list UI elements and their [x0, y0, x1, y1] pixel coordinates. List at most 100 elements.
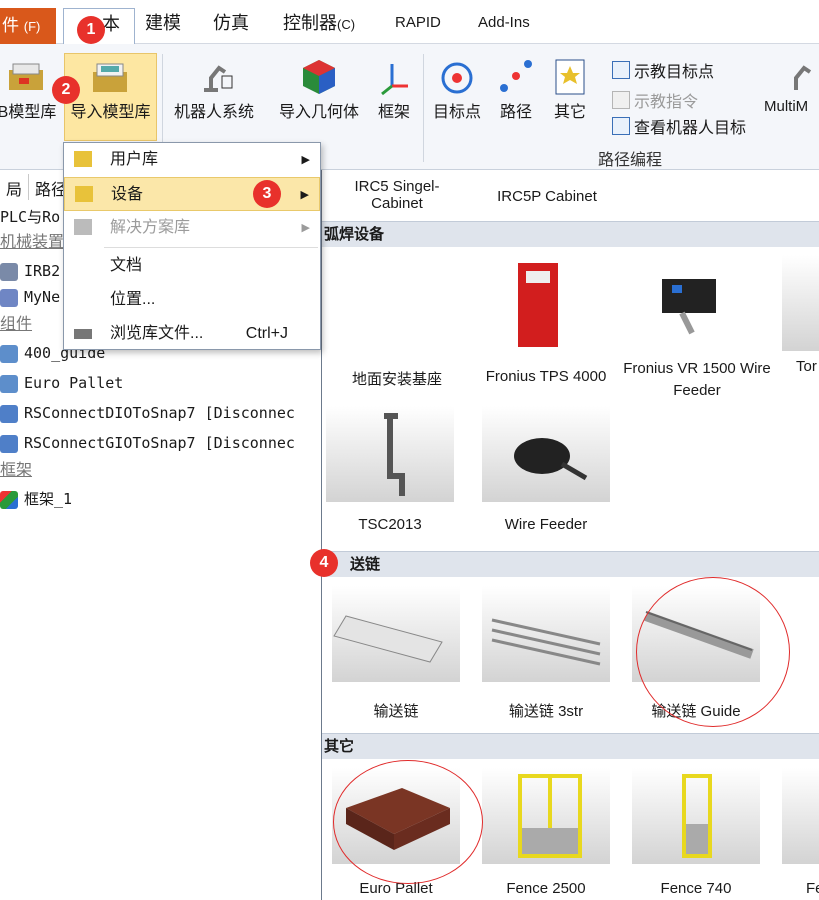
path-label: 路径	[499, 104, 532, 121]
robot-system-icon	[194, 56, 234, 96]
frame-button[interactable]: 框架	[372, 56, 416, 122]
path-icon	[496, 56, 536, 96]
library-icon	[7, 56, 47, 96]
tab-file[interactable]: 件 (F)	[0, 8, 56, 44]
ribbon-separator	[423, 54, 424, 162]
import-geometry-button[interactable]: 导入几何体	[272, 56, 366, 122]
gallery-item-label[interactable]: IRC5 Singel-Cabinet	[342, 178, 452, 212]
geometry-cube-icon	[299, 56, 339, 96]
import-library-icon	[91, 56, 131, 96]
fronius-tps-thumb[interactable]	[476, 255, 604, 351]
frame-icon	[0, 490, 18, 509]
menu-item-user-library[interactable]: 用户库 ▶	[64, 143, 320, 177]
conveyor-thumb[interactable]	[332, 586, 460, 682]
group-label-path-programming: 路径编程	[598, 152, 663, 169]
menu-item-equipment[interactable]: 设备 ▶	[64, 177, 320, 211]
tree-label: Euro Pallet	[24, 374, 124, 392]
import-library-menu: 用户库 ▶ 设备 ▶ 解决方案库 ▶ 文档 位置... 浏览库文件... Ctrl+J	[63, 142, 321, 350]
view-robot-target-button[interactable]: 查看机器人目标	[612, 114, 746, 138]
tree-item-smart-component[interactable]: RSConnectGIOToSnap7 [Disconnec	[0, 430, 322, 456]
solution-icon	[74, 219, 92, 235]
view-robot-target-label: 查看机器人目标	[634, 120, 747, 137]
tree-category-frames: 框架	[0, 458, 322, 484]
gallery-item-label[interactable]: TSC2013	[326, 516, 454, 533]
tree-label: RSConnectDIOToSnap7 [Disconnec	[24, 404, 295, 422]
teach-instruction-button[interactable]: 示教指令	[612, 88, 698, 112]
fence-thumb[interactable]	[782, 768, 819, 864]
robot-system-button[interactable]: 机器人系统	[168, 56, 260, 122]
menu-item-browse-library-file[interactable]: 浏览库文件... Ctrl+J	[64, 317, 320, 351]
abb-library-button[interactable]: B模型库	[0, 56, 58, 122]
robot-system-label: 机器人系统	[173, 104, 254, 121]
tree-label: 框架_1	[24, 490, 73, 508]
path-button[interactable]: 路径	[494, 56, 538, 122]
tree-label: IRB2	[24, 262, 61, 280]
fronius-vr-thumb[interactable]	[622, 255, 750, 351]
gallery-item-label[interactable]: Wire Feeder	[482, 516, 610, 533]
menu-item-label: 浏览库文件...	[110, 325, 204, 342]
other-button[interactable]: 其它	[548, 56, 592, 122]
multimove-label: MultiM	[764, 98, 809, 115]
fence-740-thumb[interactable]	[632, 768, 760, 864]
frame-label: 框架	[377, 104, 410, 121]
menu-item-location[interactable]: 位置...	[64, 283, 320, 317]
tab-layout[interactable]: 局	[0, 174, 30, 200]
menu-separator	[104, 247, 318, 248]
multimove-button[interactable]: MultiM	[764, 56, 819, 115]
menu-item-label: 设备	[111, 186, 144, 203]
gallery-item-label[interactable]: Tor	[796, 358, 819, 375]
teach-target-icon	[612, 61, 630, 79]
tree-item-smart-component[interactable]: RSConnectDIOToSnap7 [Disconnec	[0, 400, 322, 426]
tsc2013-thumb[interactable]	[326, 406, 454, 502]
menu-item-label: 解决方案库	[110, 219, 191, 236]
robot-icon	[0, 262, 18, 281]
highlight-circle	[333, 760, 483, 884]
tree-label: MyNe	[24, 288, 61, 306]
smart-component-icon	[0, 434, 18, 453]
gallery-item-label[interactable]: Fence 740	[632, 880, 760, 897]
smart-component-icon	[0, 404, 18, 423]
torch-thumb[interactable]	[782, 255, 819, 351]
step-badge: 4	[310, 549, 338, 577]
tree-item-part[interactable]: Euro Pallet	[0, 370, 322, 396]
teach-instruction-label: 示教指令	[634, 94, 699, 111]
gallery-item-label[interactable]: 输送链	[332, 700, 460, 721]
tab-rapid[interactable]: RAPID	[395, 8, 441, 38]
submenu-arrow-icon: ▶	[300, 189, 309, 201]
tree-item-frame[interactable]: 框架_1	[0, 486, 322, 512]
gallery-item-label[interactable]: Fe	[806, 880, 819, 897]
wire-feeder-thumb[interactable]	[482, 406, 610, 502]
part-icon	[0, 374, 18, 393]
gallery-item-label[interactable]: IRC5P Cabinet	[482, 188, 612, 205]
gallery-item-label[interactable]: Fronius TPS 4000	[476, 368, 616, 385]
tab-controller-key: (C)	[337, 17, 356, 32]
gallery-item-label[interactable]: Fence 2500	[482, 880, 610, 897]
section-conveyor: 送链	[322, 551, 819, 577]
tab-file-key: (F)	[23, 19, 41, 34]
gallery-item-label[interactable]: 地面安装基座	[342, 368, 452, 389]
teach-target-button[interactable]: 示教目标点	[612, 58, 714, 82]
tree-label: PLC与Ro	[0, 208, 61, 226]
target-icon	[437, 56, 477, 96]
gallery-item-label[interactable]: 输送链 3str	[482, 700, 610, 721]
tab-addins[interactable]: Add-Ins	[478, 8, 530, 38]
frame-axes-icon	[374, 56, 414, 96]
other-label: 其它	[553, 104, 586, 121]
tab-modeling[interactable]: 建模	[145, 8, 181, 38]
conveyor-3str-thumb[interactable]	[482, 586, 610, 682]
menu-item-documents[interactable]: 文档	[64, 249, 320, 283]
target-button[interactable]: 目标点	[428, 56, 486, 122]
browse-icon	[74, 329, 92, 339]
tree-label: RSConnectGIOToSnap7 [Disconnec	[24, 434, 295, 452]
step-badge: 2	[52, 76, 80, 104]
abb-library-label: B模型库	[0, 104, 57, 121]
fence-2500-thumb[interactable]	[482, 768, 610, 864]
multimove-icon	[784, 56, 819, 96]
section-arc-welding: 弧焊设备	[322, 221, 819, 247]
tree-label: 机械装置	[0, 234, 65, 251]
gallery-item-label[interactable]: Fronius VR 1500 Wire Feeder	[622, 358, 772, 402]
tab-controller[interactable]: 控制器(C)	[283, 8, 355, 38]
menu-item-solution-library[interactable]: 解决方案库 ▶	[64, 211, 320, 245]
folder-icon	[75, 186, 93, 202]
tab-simulation[interactable]: 仿真	[213, 8, 249, 38]
